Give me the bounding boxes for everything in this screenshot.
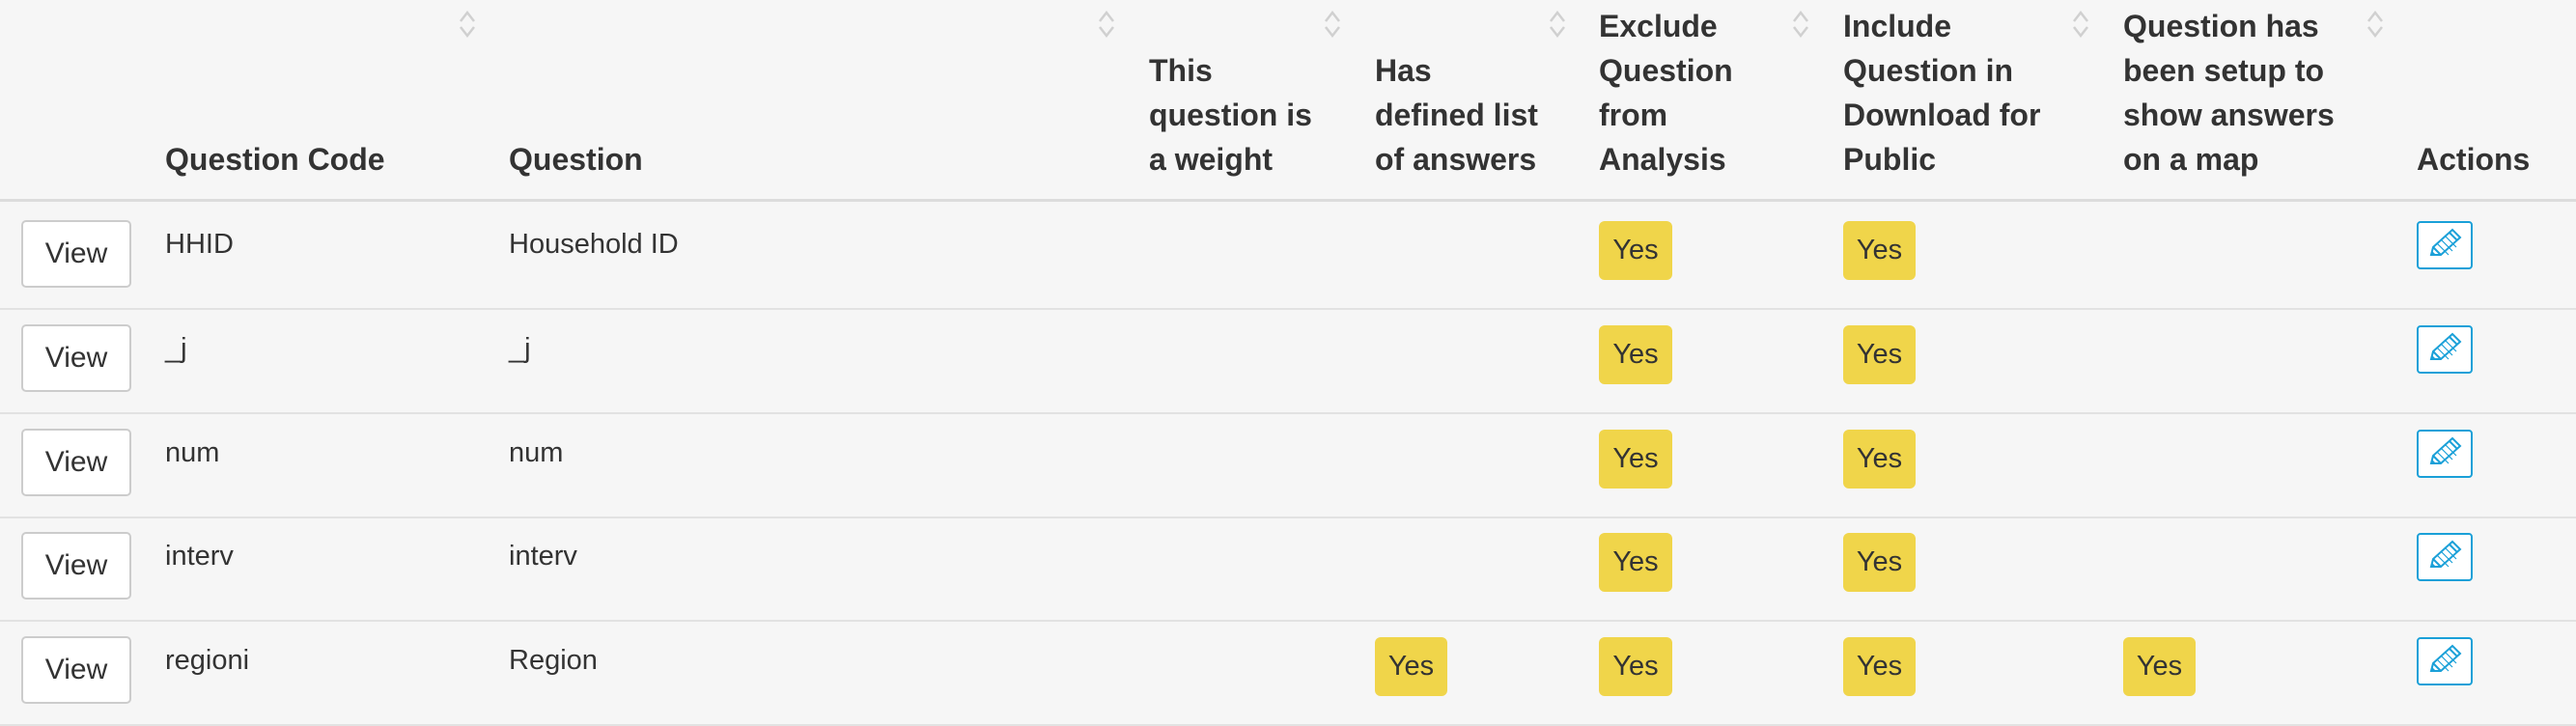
column-header-label: Question has been setup to show answers on … [2123,4,2335,182]
yes-badge-include-public: Yes [1843,430,1916,489]
yes-badge-exclude: Yes [1599,430,1672,489]
pencil-edit-icon [2423,330,2466,370]
yes-badge-include-public: Yes [1843,221,1916,280]
column-header-label: Actions [2417,142,2531,177]
column-header-label-line: Public [1843,142,1937,177]
column-header-label-line: Question has [2123,9,2319,43]
question-code-cell: num [165,437,220,468]
question-code-cell: _j [165,333,187,364]
yes-badge-include-public: Yes [1843,533,1916,592]
view-button[interactable]: View [21,532,131,600]
edit-button[interactable] [2417,221,2473,269]
sort-icon[interactable] [458,8,477,41]
column-header-label: Exclude Question from Analysis [1599,4,1733,182]
column-header-code[interactable]: Question Code [165,0,416,201]
header-divider [0,199,2576,202]
view-button[interactable]: View [21,220,131,288]
view-button[interactable]: View [21,429,131,496]
column-header-label-line: show answers [2123,98,2335,132]
column-header-label: Question [509,142,643,177]
sort-icon[interactable] [1548,8,1567,41]
column-header-label-line: from [1599,98,1668,132]
column-header-weight[interactable]: This question is a weight [1149,0,1400,201]
sort-icon[interactable] [1791,8,1810,41]
column-header-label-line: Question in [1843,53,2013,88]
table-row: View regioni Region Yes Yes Yes Yes [0,620,2576,726]
yes-badge-exclude: Yes [1599,533,1672,592]
column-header-map[interactable]: Question has been setup to show answers on … [2123,0,2374,201]
pencil-edit-icon [2423,226,2466,265]
column-header-label-line: Include [1843,9,1952,43]
column-header-defined-list[interactable]: Has defined list of answers [1375,0,1626,201]
column-header-include-public[interactable]: Include Question in Download for Public [1843,0,2094,201]
table-row: View _j _j Yes Yes [0,308,2576,414]
sort-icon[interactable] [2366,8,2385,41]
column-header-label-line: defined list [1375,98,1538,132]
column-header-label-line: been setup to [2123,53,2325,88]
column-header-question[interactable]: Question [509,0,760,201]
column-header-label-line: Has [1375,53,1432,88]
column-header-label: Question Code [165,142,385,177]
edit-button[interactable] [2417,533,2473,581]
sort-icon[interactable] [1097,8,1116,41]
column-header-label-line: on a map [2123,142,2259,177]
yes-badge-exclude: Yes [1599,221,1672,280]
question-text-cell: _j [509,333,531,364]
pencil-edit-icon [2423,538,2466,577]
question-text-cell: interv [509,541,577,572]
column-header-label-line: Analysis [1599,142,1726,177]
column-header-label-line: Question [1599,53,1733,88]
edit-button[interactable] [2417,637,2473,685]
questions-table: Question Code Question This question is a we… [0,0,2576,726]
table-row: View HHID Household ID Yes Yes [0,204,2576,310]
table-row: View num num Yes Yes [0,412,2576,518]
question-code-cell: regioni [165,645,250,676]
question-text-cell: Household ID [509,229,679,260]
column-header-label: This question is a weight [1149,48,1312,182]
column-header-label-line: of answers [1375,142,1537,177]
yes-badge-include-public: Yes [1843,325,1916,384]
pencil-edit-icon [2423,434,2466,474]
edit-button[interactable] [2417,325,2473,374]
column-header-label: Include Question in Download for Public [1843,4,2040,182]
sort-icon[interactable] [2071,8,2090,41]
column-header-exclude[interactable]: Exclude Question from Analysis [1599,0,1850,201]
question-code-cell: HHID [165,229,234,260]
pencil-edit-icon [2423,642,2466,682]
column-header-label-line: Exclude [1599,9,1718,43]
column-header-actions: Actions [2417,0,2576,201]
column-header-label-line: This [1149,53,1213,88]
table-row: View interv interv Yes Yes [0,516,2576,622]
question-code-cell: interv [165,541,234,572]
column-header-label-line: Download for [1843,98,2041,132]
sort-icon[interactable] [1323,8,1342,41]
edit-button[interactable] [2417,430,2473,478]
view-button[interactable]: View [21,324,131,392]
column-header-label-line: a weight [1149,142,1274,177]
question-text-cell: Region [509,645,598,676]
view-button[interactable]: View [21,636,131,704]
column-header-label: Has defined list of answers [1375,48,1538,182]
column-header-label-line: question is [1149,98,1312,132]
question-text-cell: num [509,437,564,468]
yes-badge-exclude: Yes [1599,325,1672,384]
